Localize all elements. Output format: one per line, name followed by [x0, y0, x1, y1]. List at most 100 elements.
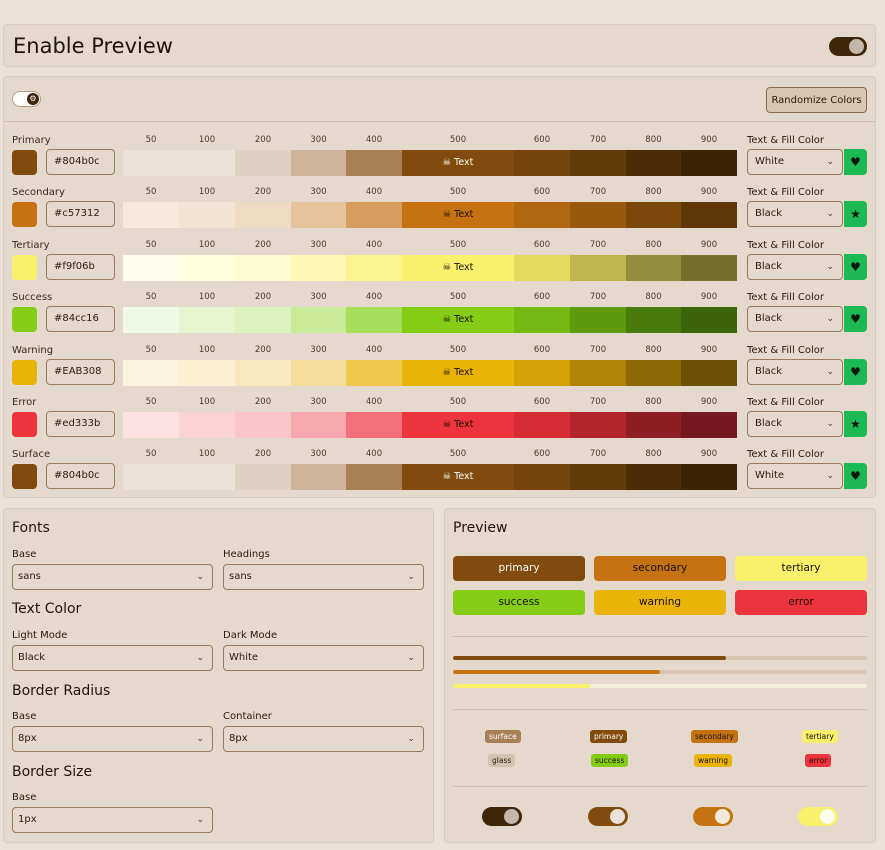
- settings-toggle[interactable]: ⚙: [12, 91, 41, 107]
- shade-600[interactable]: [514, 307, 570, 333]
- shade-50[interactable]: [123, 255, 179, 281]
- shade-300[interactable]: [291, 307, 346, 333]
- color-swatch[interactable]: [12, 360, 37, 385]
- shade-800[interactable]: [626, 412, 681, 438]
- shade-400[interactable]: [346, 412, 402, 438]
- text-fill-select[interactable]: Black ⌄: [747, 306, 843, 332]
- shade-800[interactable]: [626, 307, 681, 333]
- shade-200[interactable]: [235, 150, 291, 176]
- shade-600[interactable]: [514, 202, 570, 228]
- border-size-base-select[interactable]: 1px ⌄: [12, 807, 213, 833]
- text-fill-select[interactable]: Black ⌄: [747, 359, 843, 385]
- shade-100[interactable]: [179, 464, 235, 490]
- shade-200[interactable]: [235, 360, 291, 386]
- hex-input[interactable]: #f9f06b: [46, 254, 115, 280]
- shade-900[interactable]: [681, 255, 737, 281]
- preview-button-success[interactable]: success: [453, 590, 585, 615]
- star-icon[interactable]: ★: [844, 201, 867, 227]
- shade-500[interactable]: ☠ Text: [402, 150, 514, 176]
- shade-900[interactable]: [681, 360, 737, 386]
- shade-500[interactable]: ☠ Text: [402, 464, 514, 490]
- text-fill-select[interactable]: Black ⌄: [747, 411, 843, 437]
- text-fill-select[interactable]: Black ⌄: [747, 201, 843, 227]
- shade-100[interactable]: [179, 360, 235, 386]
- shade-900[interactable]: [681, 307, 737, 333]
- shade-50[interactable]: [123, 202, 179, 228]
- shade-600[interactable]: [514, 255, 570, 281]
- shade-100[interactable]: [179, 150, 235, 176]
- shade-200[interactable]: [235, 412, 291, 438]
- preview-button-tertiary[interactable]: tertiary: [735, 556, 867, 581]
- radius-base-select[interactable]: 8px ⌄: [12, 726, 213, 752]
- shade-800[interactable]: [626, 360, 681, 386]
- shade-700[interactable]: [570, 464, 626, 490]
- heart-icon[interactable]: ♥: [844, 149, 867, 175]
- shade-500[interactable]: ☠ Text: [402, 202, 514, 228]
- shade-50[interactable]: [123, 412, 179, 438]
- shade-200[interactable]: [235, 464, 291, 490]
- color-swatch[interactable]: [12, 464, 37, 489]
- fonts-base-select[interactable]: sans ⌄: [12, 564, 213, 590]
- shade-400[interactable]: [346, 255, 402, 281]
- shade-500[interactable]: ☠ Text: [402, 255, 514, 281]
- shade-400[interactable]: [346, 150, 402, 176]
- shade-700[interactable]: [570, 412, 626, 438]
- shade-800[interactable]: [626, 202, 681, 228]
- shade-50[interactable]: [123, 464, 179, 490]
- color-swatch[interactable]: [12, 307, 37, 332]
- shade-600[interactable]: [514, 360, 570, 386]
- shade-50[interactable]: [123, 150, 179, 176]
- shade-500[interactable]: ☠ Text: [402, 307, 514, 333]
- radius-container-select[interactable]: 8px ⌄: [223, 726, 424, 752]
- shade-500[interactable]: ☠ Text: [402, 412, 514, 438]
- hex-input[interactable]: #c57312: [46, 201, 115, 227]
- toggle-surface[interactable]: [482, 807, 522, 826]
- shade-200[interactable]: [235, 255, 291, 281]
- shade-400[interactable]: [346, 307, 402, 333]
- shade-900[interactable]: [681, 412, 737, 438]
- shade-900[interactable]: [681, 150, 737, 176]
- shade-700[interactable]: [570, 307, 626, 333]
- hex-input[interactable]: #804b0c: [46, 463, 115, 489]
- color-swatch[interactable]: [12, 412, 37, 437]
- preview-button-warning[interactable]: warning: [594, 590, 726, 615]
- shade-300[interactable]: [291, 412, 346, 438]
- shade-600[interactable]: [514, 464, 570, 490]
- text-fill-select[interactable]: White ⌄: [747, 463, 843, 489]
- shade-200[interactable]: [235, 307, 291, 333]
- toggle-tertiary[interactable]: [798, 807, 838, 826]
- shade-500[interactable]: ☠ Text: [402, 360, 514, 386]
- randomize-colors-button[interactable]: Randomize Colors: [766, 87, 867, 113]
- light-mode-select[interactable]: Black ⌄: [12, 645, 213, 671]
- shade-300[interactable]: [291, 202, 346, 228]
- text-fill-select[interactable]: White ⌄: [747, 149, 843, 175]
- star-icon[interactable]: ★: [844, 411, 867, 437]
- heart-icon[interactable]: ♥: [844, 254, 867, 280]
- color-swatch[interactable]: [12, 255, 37, 280]
- shade-300[interactable]: [291, 255, 346, 281]
- heart-icon[interactable]: ♥: [844, 463, 867, 489]
- shade-700[interactable]: [570, 255, 626, 281]
- shade-300[interactable]: [291, 360, 346, 386]
- hex-input[interactable]: #EAB308: [46, 359, 115, 385]
- preview-button-primary[interactable]: primary: [453, 556, 585, 581]
- shade-900[interactable]: [681, 464, 737, 490]
- shade-400[interactable]: [346, 360, 402, 386]
- dark-mode-select[interactable]: White ⌄: [223, 645, 424, 671]
- shade-100[interactable]: [179, 307, 235, 333]
- shade-50[interactable]: [123, 360, 179, 386]
- enable-preview-toggle[interactable]: [829, 37, 867, 56]
- shade-700[interactable]: [570, 360, 626, 386]
- color-swatch[interactable]: [12, 150, 37, 175]
- heart-icon[interactable]: ♥: [844, 306, 867, 332]
- shade-900[interactable]: [681, 202, 737, 228]
- shade-300[interactable]: [291, 464, 346, 490]
- hex-input[interactable]: #ed333b: [46, 411, 115, 437]
- shade-700[interactable]: [570, 150, 626, 176]
- shade-200[interactable]: [235, 202, 291, 228]
- shade-700[interactable]: [570, 202, 626, 228]
- shade-800[interactable]: [626, 150, 681, 176]
- hex-input[interactable]: #84cc16: [46, 306, 115, 332]
- shade-800[interactable]: [626, 464, 681, 490]
- preview-button-error[interactable]: error: [735, 590, 867, 615]
